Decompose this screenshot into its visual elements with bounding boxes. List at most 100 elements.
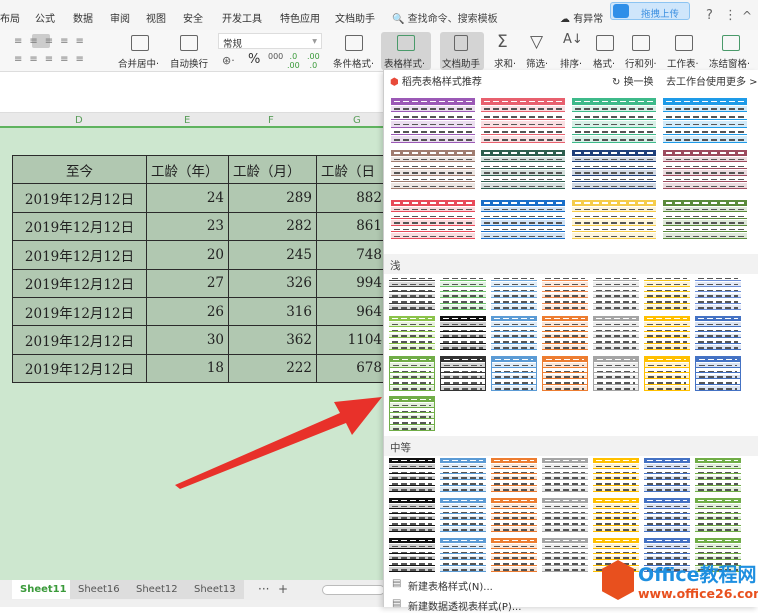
decrease-decimal-icon[interactable]: .00.0 [307, 52, 320, 70]
currency-icon[interactable]: ⊛· [222, 54, 235, 67]
table-cell[interactable]: 678 [316, 353, 387, 384]
table-style-thumbnail[interactable] [389, 458, 435, 493]
freeze-panes-button[interactable]: 冻结窗格· [709, 56, 750, 70]
table-style-thumbnail[interactable] [593, 498, 639, 533]
table-style-thumbnail[interactable] [440, 316, 486, 351]
table-style-thumbnail[interactable] [593, 316, 639, 351]
table-cell[interactable]: 26 [146, 296, 229, 327]
table-style-thumbnail[interactable] [695, 356, 741, 391]
table-cell[interactable]: 994 [316, 268, 387, 298]
table-style-button[interactable]: 表格样式· [381, 32, 431, 70]
search-command[interactable]: 🔍 查找命令、搜索模板 [392, 10, 498, 25]
table-style-thumbnail[interactable] [491, 458, 537, 493]
table-style-thumbnail[interactable] [542, 356, 588, 391]
increase-decimal-icon[interactable]: .0.00 [287, 52, 300, 70]
table-style-thumbnail[interactable] [663, 200, 747, 240]
table-style-thumbnail[interactable] [644, 316, 690, 351]
table-cell[interactable]: 2019年12月12日 [12, 325, 147, 355]
table-style-thumbnail[interactable] [491, 356, 537, 391]
doc-helper-button[interactable]: 文档助手 [440, 32, 484, 70]
sheet-more-button[interactable]: ··· [258, 582, 269, 596]
align-buttons[interactable]: ≡≡≡≡≡ ≡≡≡≡≡ [14, 34, 109, 68]
horizontal-scrollbar[interactable] [322, 585, 385, 595]
sync-status[interactable]: ☁ 有异常 [560, 10, 603, 25]
table-style-thumbnail[interactable] [491, 276, 537, 311]
table-cell[interactable]: 964 [316, 296, 387, 327]
table-style-thumbnail[interactable] [695, 498, 741, 533]
table-cell[interactable]: 2019年12月12日 [12, 240, 147, 270]
table-cell[interactable]: 20 [146, 240, 229, 270]
ribbon-tab[interactable]: 审阅 [110, 10, 130, 25]
table-style-thumbnail[interactable] [695, 316, 741, 351]
table-cell[interactable]: 362 [228, 325, 317, 355]
table-style-thumbnail[interactable] [695, 458, 741, 493]
sheet-tab[interactable]: Sheet13 [186, 580, 244, 599]
table-cell[interactable]: 24 [146, 183, 229, 213]
table-style-thumbnail[interactable] [663, 150, 747, 190]
ribbon-tab[interactable]: 视图 [146, 10, 166, 25]
table-style-thumbnail[interactable] [572, 200, 656, 240]
table-style-thumbnail[interactable] [663, 98, 747, 144]
table-style-thumbnail[interactable] [593, 458, 639, 493]
table-style-thumbnail[interactable] [440, 538, 486, 573]
table-cell[interactable]: 2019年12月12日 [12, 211, 147, 242]
table-style-thumbnail[interactable] [481, 150, 565, 190]
header-cell[interactable]: 工龄（日 [316, 154, 387, 185]
format-button[interactable]: 格式· [593, 56, 615, 70]
table-style-thumbnail[interactable] [389, 276, 435, 311]
table-style-thumbnail[interactable] [481, 98, 565, 144]
table-style-thumbnail[interactable] [644, 458, 690, 493]
table-style-thumbnail[interactable] [593, 356, 639, 391]
ribbon-tab[interactable]: 布局 [0, 10, 20, 25]
header-cell[interactable]: 工龄（月） [228, 154, 317, 185]
worksheet-button[interactable]: 工作表· [667, 56, 699, 70]
sum-button[interactable]: 求和· [494, 56, 516, 70]
table-style-thumbnail[interactable] [391, 98, 475, 144]
merge-center-button[interactable]: 合并居中· [118, 56, 159, 70]
table-style-thumbnail[interactable] [542, 538, 588, 573]
ribbon-tab[interactable]: 特色应用 [280, 10, 320, 25]
thousands-icon[interactable]: 000 [268, 52, 283, 61]
table-style-thumbnail[interactable] [389, 538, 435, 573]
more-icon[interactable]: ⋮ [724, 8, 737, 23]
header-cell[interactable]: 工龄（年） [146, 154, 229, 185]
table-style-thumbnail[interactable] [542, 458, 588, 493]
table-style-thumbnail[interactable] [389, 396, 435, 431]
table-style-thumbnail[interactable] [440, 498, 486, 533]
conditional-format-button[interactable]: 条件格式· [333, 56, 374, 70]
column-header-e[interactable]: E [184, 115, 190, 126]
column-header-f[interactable]: F [268, 115, 274, 126]
ribbon-tab[interactable]: 数据 [73, 10, 93, 25]
collapse-ribbon-icon[interactable]: ^ [742, 9, 752, 23]
table-style-thumbnail[interactable] [391, 150, 475, 190]
sheet-tab[interactable]: Sheet12 [128, 580, 186, 599]
table-cell[interactable]: 326 [228, 268, 317, 298]
refresh-button[interactable]: ↻ 换一换 [612, 73, 654, 88]
upload-button[interactable]: 拖拽上传 [610, 2, 690, 20]
table-cell[interactable]: 2019年12月12日 [12, 353, 147, 384]
table-style-thumbnail[interactable] [572, 150, 656, 190]
ribbon-tab[interactable]: 公式 [35, 10, 55, 25]
table-style-thumbnail[interactable] [572, 98, 656, 144]
table-style-thumbnail[interactable] [491, 316, 537, 351]
table-cell[interactable]: 222 [228, 353, 317, 384]
ribbon-tab[interactable]: 安全 [183, 10, 203, 25]
table-cell[interactable]: 2019年12月12日 [12, 183, 147, 213]
table-cell[interactable]: 1104 [316, 325, 387, 355]
table-style-thumbnail[interactable] [542, 316, 588, 351]
table-style-thumbnail[interactable] [695, 276, 741, 311]
help-icon[interactable]: ? [706, 8, 713, 23]
percent-button[interactable]: % [248, 52, 260, 67]
table-cell[interactable]: 18 [146, 353, 229, 384]
table-cell[interactable]: 316 [228, 296, 317, 327]
table-cell[interactable]: 27 [146, 268, 229, 298]
table-style-thumbnail[interactable] [440, 356, 486, 391]
table-style-thumbnail[interactable] [644, 498, 690, 533]
table-style-thumbnail[interactable] [440, 458, 486, 493]
sheet-tab[interactable]: Sheet11 [12, 580, 75, 599]
table-style-thumbnail[interactable] [644, 356, 690, 391]
column-header-g[interactable]: G [353, 115, 361, 126]
sort-button[interactable]: 排序· [560, 56, 582, 70]
table-cell[interactable]: 861 [316, 211, 387, 242]
table-style-thumbnail[interactable] [593, 276, 639, 311]
